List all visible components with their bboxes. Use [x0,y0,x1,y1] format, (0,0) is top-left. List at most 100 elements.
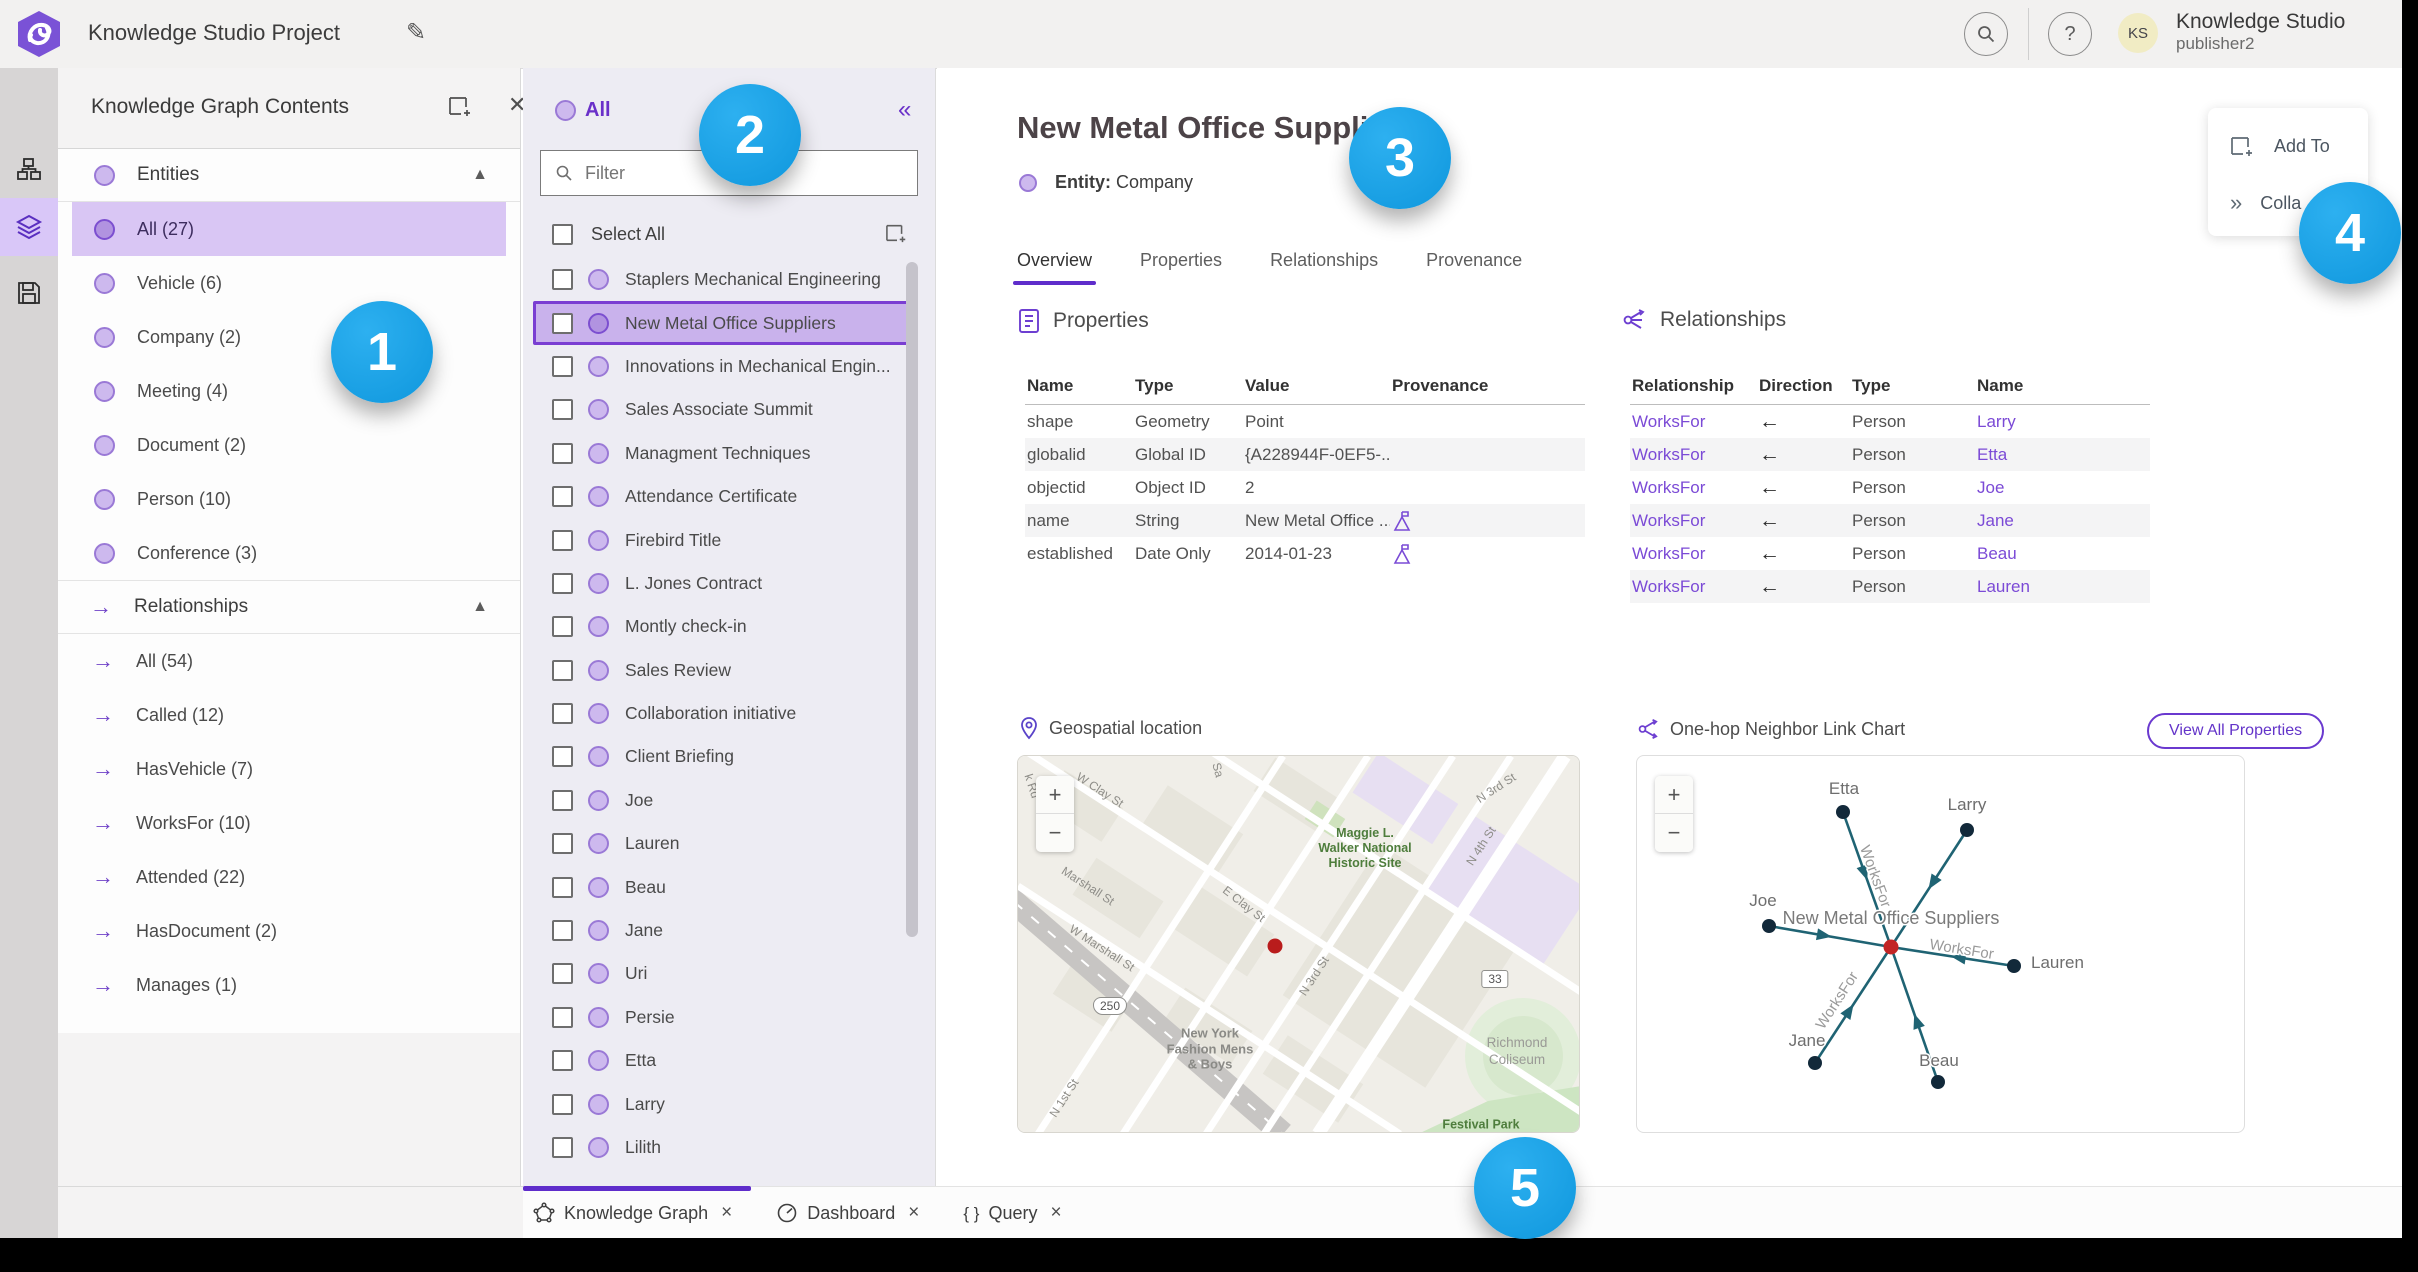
view-tab-query[interactable]: { } Query × [963,1202,1061,1224]
item-checkbox[interactable] [552,312,573,334]
relationship-link[interactable]: WorksFor [1630,445,1757,465]
item-checkbox[interactable] [552,876,573,898]
relationship-type-item[interactable]: → Attended (22) [58,850,520,904]
relationship-link[interactable]: WorksFor [1630,577,1757,597]
graph-item[interactable]: Montly check-in [523,605,919,648]
item-checkbox[interactable] [552,703,573,725]
graph-item[interactable]: L. Jones Contract [523,562,919,605]
graph-item[interactable]: Staplers Mechanical Engineering [523,258,919,301]
graph-item[interactable]: Uri [523,952,919,995]
close-tab-icon[interactable]: × [908,1202,919,1224]
view-tab-knowledge-graph[interactable]: Knowledge Graph × [533,1202,732,1224]
table-row[interactable]: WorksFor ← Person Jane [1630,504,2150,537]
view-all-properties-button[interactable]: View All Properties [2147,713,2325,749]
relationship-type-item[interactable]: → All (54) [58,634,520,688]
item-checkbox[interactable] [552,616,573,638]
help-button[interactable]: ? [2048,12,2092,56]
related-name-link[interactable]: Jane [1975,511,2150,531]
graph-item[interactable]: Client Briefing [523,735,919,778]
graph-item[interactable]: Etta [523,1039,919,1082]
scrollbar-thumb[interactable] [906,262,918,937]
relationship-link[interactable]: WorksFor [1630,544,1757,564]
table-row[interactable]: objectid Object ID 2 [1025,471,1585,504]
graph-item[interactable]: Lilith [523,1126,919,1169]
item-checkbox[interactable] [552,442,573,464]
relationship-link[interactable]: WorksFor [1630,511,1757,531]
add-selected-icon[interactable] [885,222,909,244]
table-row[interactable]: WorksFor ← Person Lauren [1630,570,2150,603]
zoom-in-button[interactable]: + [1036,776,1074,814]
related-name-link[interactable]: Beau [1975,544,2150,564]
item-checkbox[interactable] [552,1050,573,1072]
tab-properties[interactable]: Properties [1140,250,1222,285]
item-checkbox[interactable] [552,963,573,985]
item-checkbox[interactable] [552,1006,573,1028]
entities-section-header[interactable]: Entities ▲ [58,149,520,202]
item-checkbox[interactable] [552,1137,573,1158]
entity-type-item[interactable]: Vehicle (6) [58,256,520,310]
table-row[interactable]: WorksFor ← Person Etta [1630,438,2150,471]
related-name-link[interactable]: Joe [1975,478,2150,498]
item-checkbox[interactable] [552,529,573,551]
related-name-link[interactable]: Etta [1975,445,2150,465]
close-tab-icon[interactable]: × [1051,1202,1062,1224]
prop-provenance[interactable] [1390,510,1585,532]
add-to-menu-item[interactable]: Add To [2230,134,2330,158]
relationship-type-item[interactable]: → Called (12) [58,688,520,742]
link-chart-center-node[interactable] [1883,939,1899,955]
graph-item[interactable]: Lauren [523,822,919,865]
chevron-up-icon[interactable]: ▲ [472,166,488,184]
relationship-type-item[interactable]: → HasVehicle (7) [58,742,520,796]
tab-provenance[interactable]: Provenance [1426,250,1522,285]
table-row[interactable]: WorksFor ← Person Beau [1630,537,2150,570]
chevron-up-icon[interactable]: ▲ [472,598,488,616]
list-filter-header[interactable]: All [585,99,611,122]
item-checkbox[interactable] [552,355,573,377]
graph-item[interactable]: Jane [523,909,919,952]
item-checkbox[interactable] [552,659,573,681]
relationships-section-header[interactable]: → Relationships ▲ [58,580,520,634]
collapse-panel-icon[interactable]: « [898,96,911,124]
sidebar-item-layers[interactable] [0,198,58,256]
entity-type-item[interactable]: Conference (3) [58,526,520,580]
sidebar-item-save[interactable] [0,264,58,322]
geospatial-map[interactable]: k Rd W Clay St Sa N 3rd St N 4th St Maggie L.… [1017,755,1580,1133]
item-checkbox[interactable] [552,920,573,942]
item-checkbox[interactable] [552,789,573,811]
close-tab-icon[interactable]: × [721,1202,732,1224]
add-to-new-icon[interactable] [448,94,474,118]
item-checkbox[interactable] [552,399,573,421]
item-checkbox[interactable] [552,833,573,855]
search-button[interactable] [1964,12,2008,56]
table-row[interactable]: WorksFor ← Person Larry [1630,405,2150,438]
entity-type-item[interactable]: Company (2) [58,310,520,364]
table-row[interactable]: name String New Metal Office ... [1025,504,1585,537]
entity-type-item[interactable]: All (27) [72,202,506,256]
one-hop-link-chart[interactable]: WorksFor WorksFor WorksFor Etta Larry Joe Laur… [1636,755,2245,1133]
relationship-type-item[interactable]: → Manages (1) [58,958,520,1012]
link-chart-node[interactable] [1762,919,1776,933]
graph-item[interactable]: Managment Techniques [523,432,919,475]
item-checkbox[interactable] [552,1093,573,1115]
table-row[interactable]: established Date Only 2014-01-23 [1025,537,1585,570]
related-name-link[interactable]: Lauren [1975,577,2150,597]
zoom-out-button[interactable]: − [1036,814,1074,852]
entity-type-item[interactable]: Document (2) [58,418,520,472]
graph-item[interactable]: Persie [523,996,919,1039]
graph-item[interactable]: Sales Review [523,649,919,692]
prop-provenance[interactable] [1390,543,1585,565]
zoom-in-button[interactable]: + [1655,776,1693,814]
table-row[interactable]: shape Geometry Point [1025,405,1585,438]
relationship-link[interactable]: WorksFor [1630,478,1757,498]
graph-item[interactable]: Joe [523,779,919,822]
graph-item[interactable]: Sales Associate Summit [523,388,919,431]
edit-title-icon[interactable]: ✎ [406,18,426,47]
graph-item[interactable]: Beau [523,865,919,908]
graph-item[interactable]: Larry [523,1082,919,1125]
link-chart-node[interactable] [1931,1075,1945,1089]
graph-item[interactable]: Collaboration initiative [523,692,919,735]
sidebar-item-schema[interactable] [0,140,58,198]
select-all-row[interactable]: Select All [523,212,935,256]
table-row[interactable]: globalid Global ID {A228944F-0EF5-... [1025,438,1585,471]
tab-relationships[interactable]: Relationships [1270,250,1378,285]
